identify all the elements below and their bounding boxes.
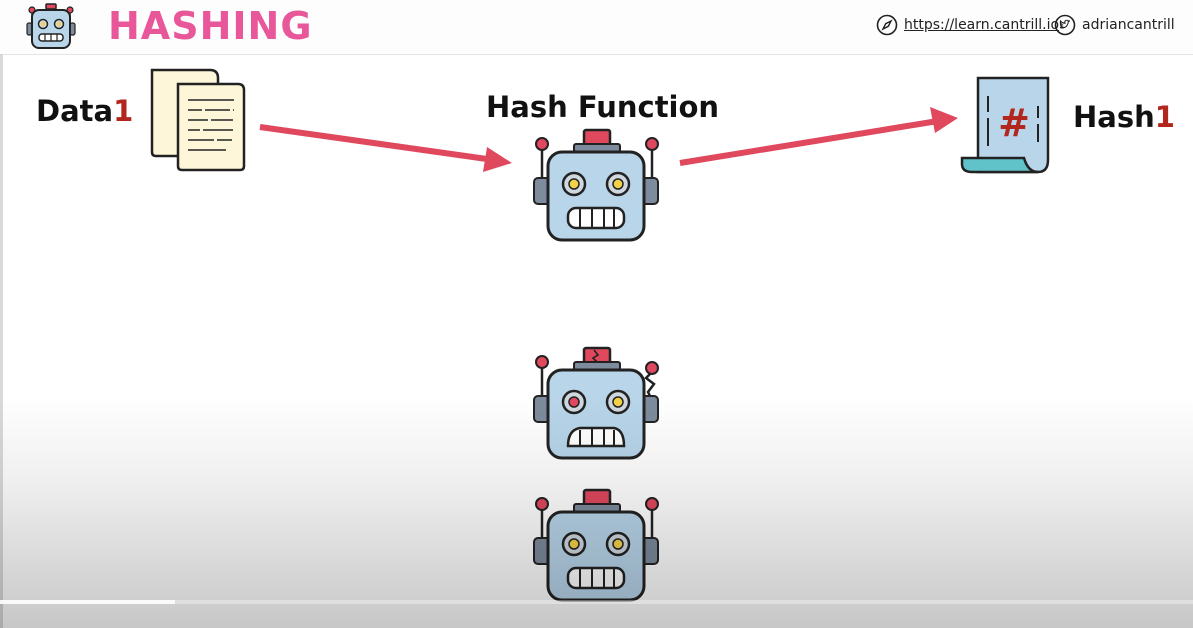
hash-symbol: # — [998, 101, 1030, 145]
arrow-data-to-function — [259, 124, 512, 172]
video-progress-fill — [0, 600, 176, 604]
robot-plain-icon — [533, 488, 659, 602]
robot-broken-icon — [533, 346, 659, 460]
hash-label-number: 1 — [1154, 100, 1175, 134]
arrow-function-to-hash — [679, 107, 958, 166]
video-progress-bar[interactable] — [0, 600, 1193, 604]
hash-label-text: Hash — [1073, 100, 1155, 134]
hash-document-icon: # — [960, 76, 1050, 174]
slide: HASHING https://learn.cantrill.io adrian… — [0, 0, 1193, 628]
hash-label: Hash1 — [1073, 100, 1175, 134]
hash-function-label: Hash Function — [486, 90, 720, 124]
robot-hash-function-icon — [533, 128, 659, 242]
